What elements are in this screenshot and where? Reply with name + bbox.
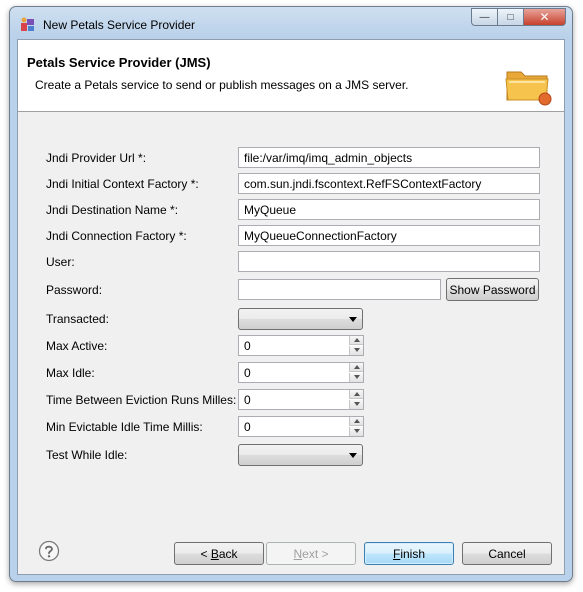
time-between-eviction-spinner xyxy=(238,389,364,410)
time-between-eviction-decrement-button[interactable] xyxy=(349,400,363,409)
next-button[interactable]: Next > xyxy=(266,542,356,565)
back-button-prefix: < xyxy=(200,546,211,561)
max-active-label: Max Active: xyxy=(46,339,108,353)
user-label: User: xyxy=(46,255,75,269)
transacted-label: Transacted: xyxy=(46,312,109,326)
max-active-increment-button[interactable] xyxy=(349,336,363,345)
minimize-icon: — xyxy=(479,11,490,23)
max-idle-label: Max Idle: xyxy=(46,366,95,380)
back-button-label: ack xyxy=(218,546,238,561)
dialog-window: New Petals Service Provider — □ ✕ Petals… xyxy=(0,0,583,592)
maximize-icon: □ xyxy=(507,11,514,23)
window-title: New Petals Service Provider xyxy=(43,18,196,32)
finish-button-label: inish xyxy=(400,546,426,561)
close-icon: ✕ xyxy=(539,10,550,24)
jndi-provider-url-label: Jndi Provider Url *: xyxy=(46,151,147,165)
max-active-spinner xyxy=(238,335,364,356)
max-idle-spinner xyxy=(238,362,364,383)
chevron-down-icon xyxy=(349,453,357,458)
jndi-destination-name-label: Jndi Destination Name *: xyxy=(46,203,179,217)
show-password-button[interactable]: Show Password xyxy=(446,278,539,301)
finish-button[interactable]: Finish xyxy=(364,542,454,565)
jndi-connection-factory-field[interactable] xyxy=(238,225,540,246)
max-idle-field[interactable] xyxy=(239,363,349,382)
back-button[interactable]: < Back xyxy=(174,542,264,565)
close-button[interactable]: ✕ xyxy=(523,8,566,26)
jndi-destination-name-field[interactable] xyxy=(238,199,540,220)
title-bar[interactable]: New Petals Service Provider — □ ✕ xyxy=(10,7,572,39)
max-idle-decrement-button[interactable] xyxy=(349,373,363,382)
dialog-client-area: Petals Service Provider (JMS) Create a P… xyxy=(17,39,565,575)
jndi-initial-context-factory-field[interactable] xyxy=(238,173,540,194)
max-active-decrement-button[interactable] xyxy=(349,346,363,355)
chevron-down-icon xyxy=(349,317,357,322)
time-between-eviction-label: Time Between Eviction Runs Milles: xyxy=(46,393,237,407)
max-idle-increment-button[interactable] xyxy=(349,363,363,372)
help-icon[interactable] xyxy=(38,540,60,562)
page-description: Create a Petals service to send or publi… xyxy=(35,78,409,92)
petals-app-icon xyxy=(21,17,34,31)
test-while-idle-label: Test While Idle: xyxy=(46,448,128,462)
window-frame: New Petals Service Provider — □ ✕ Petals… xyxy=(9,6,573,582)
window-controls: — □ ✕ xyxy=(471,8,566,26)
user-field[interactable] xyxy=(238,251,540,272)
minimize-button[interactable]: — xyxy=(471,8,497,26)
password-label: Password: xyxy=(46,283,103,297)
folder-icon xyxy=(505,71,552,106)
cancel-button[interactable]: Cancel xyxy=(462,542,552,565)
jndi-provider-url-field[interactable] xyxy=(238,147,540,168)
max-active-field[interactable] xyxy=(239,336,349,355)
min-evictable-idle-field[interactable] xyxy=(239,417,349,436)
jndi-initial-context-factory-label: Jndi Initial Context Factory *: xyxy=(46,177,199,191)
min-evictable-idle-increment-button[interactable] xyxy=(349,417,363,426)
wizard-header: Petals Service Provider (JMS) Create a P… xyxy=(18,40,564,112)
min-evictable-idle-label: Min Evictable Idle Time Millis: xyxy=(46,420,203,434)
min-evictable-idle-decrement-button[interactable] xyxy=(349,427,363,436)
transacted-dropdown[interactable] xyxy=(238,308,363,330)
test-while-idle-dropdown[interactable] xyxy=(238,444,363,466)
next-button-label: ext > xyxy=(302,546,329,561)
maximize-button[interactable]: □ xyxy=(497,8,523,26)
time-between-eviction-field[interactable] xyxy=(239,390,349,409)
back-button-mnemonic: B xyxy=(210,546,219,561)
jndi-connection-factory-label: Jndi Connection Factory *: xyxy=(46,229,187,243)
password-field[interactable] xyxy=(238,279,441,300)
min-evictable-idle-spinner xyxy=(238,416,364,437)
page-title: Petals Service Provider (JMS) xyxy=(27,55,211,70)
next-button-mnemonic: N xyxy=(293,546,303,561)
time-between-eviction-increment-button[interactable] xyxy=(349,390,363,399)
finish-button-mnemonic: F xyxy=(392,546,401,561)
